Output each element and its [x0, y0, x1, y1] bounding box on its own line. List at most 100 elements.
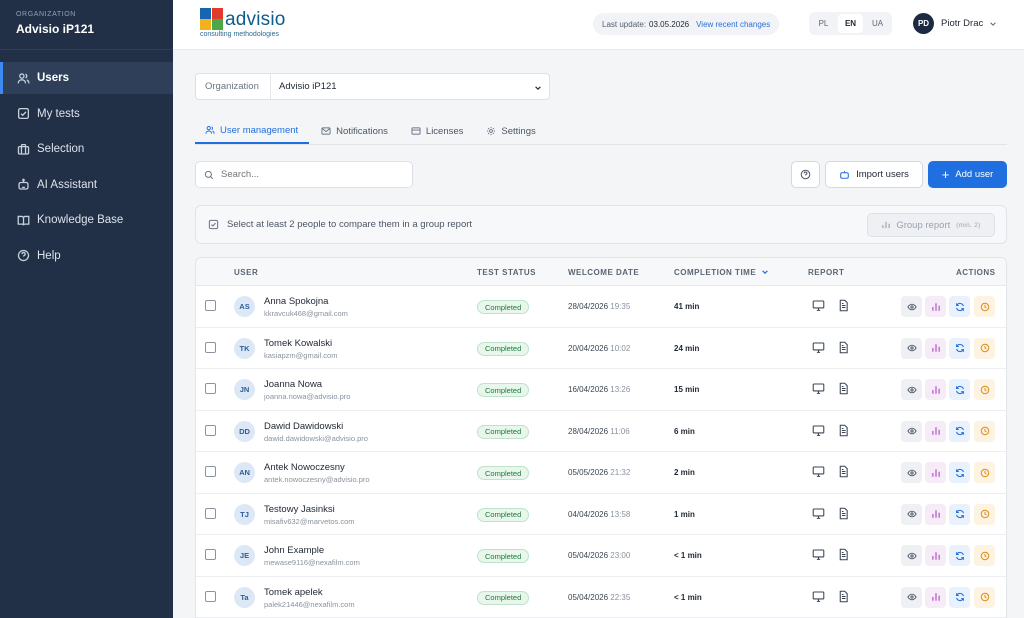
online-report-button[interactable] [812, 548, 825, 566]
view-recent-changes-link[interactable]: View recent changes [696, 20, 770, 29]
table-row: Ta Tomek apelek palek21446@nexafilm.com Com… [196, 577, 1006, 618]
group-report-label: Group report [896, 219, 951, 231]
view-button[interactable] [901, 503, 922, 525]
row-checkbox[interactable] [205, 466, 216, 477]
tab-user-management[interactable]: User management [195, 118, 310, 144]
view-button[interactable] [901, 337, 922, 359]
online-report-button[interactable] [812, 341, 825, 359]
col-completion-time[interactable]: COMPLETION TIME [674, 268, 768, 277]
pdf-report-button[interactable] [837, 590, 850, 608]
resend-button[interactable] [949, 503, 970, 525]
row-checkbox[interactable] [205, 341, 216, 353]
resend-button[interactable] [949, 379, 970, 400]
history-button[interactable] [974, 545, 995, 566]
history-button[interactable] [974, 586, 995, 608]
online-report-button[interactable] [812, 424, 825, 442]
user-name[interactable]: Joanna Nowa [264, 379, 322, 390]
history-button[interactable] [974, 337, 995, 359]
user-menu[interactable]: PD Piotr Drac [913, 13, 997, 34]
logo-text: advisio [225, 9, 286, 30]
view-button[interactable] [901, 379, 922, 400]
lang-ua-button[interactable]: UA [865, 14, 890, 33]
status-badge: Completed [477, 341, 530, 356]
sidebar-item-selection[interactable]: Selection [0, 133, 173, 165]
history-button[interactable] [974, 462, 995, 483]
pdf-report-button[interactable] [837, 465, 850, 483]
organization-value[interactable]: Advisio iP121 [271, 74, 549, 99]
user-name[interactable]: Tomek apelek [264, 587, 323, 598]
pdf-report-button[interactable] [837, 299, 850, 317]
results-button[interactable] [925, 586, 946, 608]
tab-licenses[interactable]: Licenses [401, 118, 475, 144]
user-name[interactable]: Antek Nowoczesny [264, 462, 345, 473]
resend-button[interactable] [949, 296, 970, 317]
group-report-button[interactable]: Group report (min. 2) [867, 213, 995, 237]
online-report-button[interactable] [812, 299, 825, 317]
online-report-button[interactable] [812, 465, 825, 483]
history-button[interactable] [974, 379, 995, 400]
results-button[interactable] [925, 462, 946, 483]
resend-button[interactable] [949, 545, 970, 566]
row-checkbox[interactable] [205, 383, 216, 394]
resend-button[interactable] [949, 462, 970, 483]
view-button[interactable] [901, 296, 922, 317]
col-user[interactable]: USER [234, 268, 258, 277]
tab-notifications[interactable]: Notifications [311, 118, 399, 144]
history-button[interactable] [974, 420, 995, 442]
table-row: JE John Example mewase9116@nexafilm.com Com… [196, 535, 1006, 577]
resend-button[interactable] [949, 337, 970, 359]
online-report-button[interactable] [812, 507, 825, 525]
organization-select[interactable]: Organization Advisio iP121 [195, 73, 550, 100]
user-name[interactable]: John Example [264, 545, 324, 556]
pdf-report-button[interactable] [837, 424, 850, 442]
user-name[interactable]: Tomek Kowalski [264, 338, 332, 349]
pdf-report-button[interactable] [837, 507, 850, 525]
add-user-button[interactable]: + Add user [928, 161, 1007, 188]
resend-button[interactable] [949, 420, 970, 442]
results-button[interactable] [925, 337, 946, 359]
user-name[interactable]: Anna Spokojna [264, 296, 328, 307]
results-button[interactable] [925, 503, 946, 525]
lang-pl-button[interactable]: PL [811, 14, 836, 33]
sidebar-item-knowledge-base[interactable]: Knowledge Base [0, 204, 173, 236]
user-name[interactable]: Testowy Jasinksi [264, 504, 335, 515]
results-button[interactable] [925, 296, 946, 317]
sidebar-item-my-tests[interactable]: My tests [0, 98, 173, 130]
view-button[interactable] [901, 586, 922, 608]
tab-settings[interactable]: Settings [476, 118, 546, 144]
results-button[interactable] [925, 545, 946, 566]
pdf-report-button[interactable] [837, 548, 850, 566]
lang-en-button[interactable]: EN [838, 14, 863, 33]
row-checkbox[interactable] [205, 424, 216, 436]
row-checkbox[interactable] [205, 507, 216, 519]
advisio-logo[interactable]: advisio consulting methodologies [200, 8, 290, 40]
view-button[interactable] [901, 420, 922, 442]
col-welcome-date[interactable]: WELCOME DATE [568, 268, 639, 277]
online-report-button[interactable] [812, 382, 825, 400]
online-report-button[interactable] [812, 590, 825, 608]
sidebar-item-ai-assistant[interactable]: AI Assistant [0, 169, 173, 201]
pdf-report-button[interactable] [837, 382, 850, 400]
view-button[interactable] [901, 462, 922, 483]
user-name[interactable]: Dawid Dawidowski [264, 421, 343, 432]
row-checkbox[interactable] [205, 590, 216, 602]
history-button[interactable] [974, 296, 995, 317]
col-test-status[interactable]: TEST STATUS [477, 268, 536, 277]
history-button[interactable] [974, 503, 995, 525]
import-users-button[interactable]: Import users [825, 161, 923, 188]
sidebar-item-help[interactable]: Help [0, 240, 173, 272]
row-checkbox[interactable] [205, 300, 216, 311]
search-input[interactable] [221, 169, 401, 180]
help-button[interactable] [791, 161, 820, 188]
view-button[interactable] [901, 545, 922, 566]
search-box[interactable] [195, 161, 413, 188]
row-checkbox[interactable] [205, 549, 216, 560]
resend-button[interactable] [949, 586, 970, 608]
results-button[interactable] [925, 379, 946, 400]
pdf-report-button[interactable] [837, 341, 850, 359]
sidebar-item-users[interactable]: Users [0, 62, 173, 94]
refresh-icon [955, 302, 964, 311]
welcome-date-time: 13:26 [610, 385, 631, 394]
welcome-date-time: 23:00 [610, 551, 631, 560]
results-button[interactable] [925, 420, 946, 442]
